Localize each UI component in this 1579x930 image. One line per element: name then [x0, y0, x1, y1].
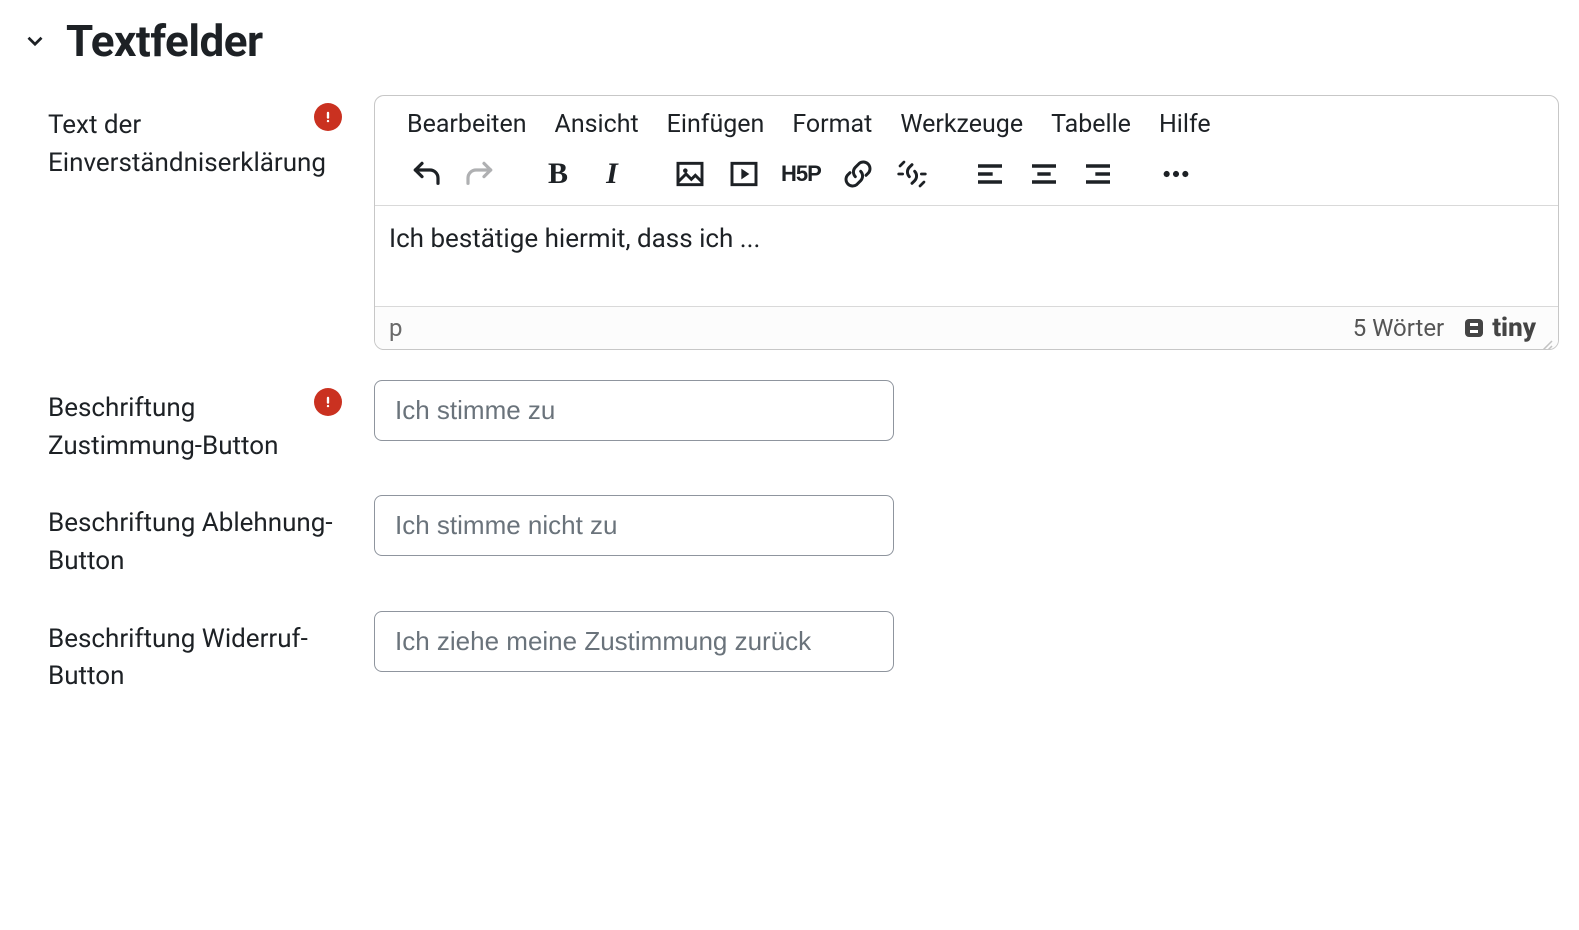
field-col	[374, 380, 1559, 441]
bold-button[interactable]: B	[541, 157, 575, 191]
editor-content[interactable]: Ich bestätige hiermit, dass ich ...	[375, 206, 1558, 306]
disagree-button-label: Beschriftung Ablehnung-Button	[48, 505, 350, 580]
form-row-disagree-button: Beschriftung Ablehnung-Button	[20, 495, 1559, 580]
unlink-icon	[896, 158, 928, 190]
disagree-button-input[interactable]	[374, 495, 894, 556]
align-left-button[interactable]	[973, 157, 1007, 191]
link-icon	[842, 158, 874, 190]
form-row-agree-button: Beschriftung Zustimmung-Button	[20, 380, 1559, 465]
field-col	[374, 495, 1559, 556]
consent-text-label: Text der Einverständniserklärung	[48, 107, 350, 182]
menubar-edit[interactable]: Bearbeiten	[407, 110, 527, 139]
label-col: Beschriftung Ablehnung-Button	[20, 495, 350, 580]
menubar-table[interactable]: Tabelle	[1051, 110, 1131, 139]
align-center-icon	[1028, 158, 1060, 190]
menubar-insert[interactable]: Einfügen	[667, 110, 765, 139]
agree-button-label: Beschriftung Zustimmung-Button	[48, 390, 350, 465]
align-right-button[interactable]	[1081, 157, 1115, 191]
editor-statusbar: p 5 Wörter tiny	[375, 306, 1558, 349]
undo-icon	[410, 158, 442, 190]
editor-toolbar: B I H5P	[375, 149, 1558, 206]
align-right-icon	[1082, 158, 1114, 190]
redo-icon	[464, 158, 496, 190]
tiny-branding[interactable]: tiny	[1462, 313, 1536, 343]
exclamation-icon	[321, 395, 335, 409]
label-col: Beschriftung Widerruf-Button	[20, 611, 350, 696]
editor-menubar: Bearbeiten Ansicht Einfügen Format Werkz…	[375, 96, 1558, 149]
editor-word-count[interactable]: 5 Wörter	[1353, 314, 1445, 342]
exclamation-icon	[321, 110, 335, 124]
section-header: Textfelder	[20, 15, 1559, 67]
label-col: Text der Einverständniserklärung	[20, 95, 350, 182]
agree-button-input[interactable]	[374, 380, 894, 441]
rich-text-editor: Bearbeiten Ansicht Einfügen Format Werkz…	[374, 95, 1559, 350]
menubar-tools[interactable]: Werkzeuge	[900, 110, 1023, 139]
undo-button[interactable]	[409, 157, 443, 191]
align-center-button[interactable]	[1027, 157, 1061, 191]
field-col: Bearbeiten Ansicht Einfügen Format Werkz…	[374, 95, 1559, 350]
field-col	[374, 611, 1559, 672]
remove-link-button[interactable]	[895, 157, 929, 191]
label-col: Beschriftung Zustimmung-Button	[20, 380, 350, 465]
editor-element-path[interactable]: p	[389, 314, 1353, 342]
menubar-format[interactable]: Format	[792, 110, 872, 139]
align-left-icon	[974, 158, 1006, 190]
resize-grip-icon	[1540, 339, 1554, 350]
redo-button[interactable]	[463, 157, 497, 191]
menubar-view[interactable]: Ansicht	[555, 110, 639, 139]
insert-media-button[interactable]	[727, 157, 761, 191]
editor-resize-handle[interactable]	[1540, 331, 1554, 345]
insert-h5p-button[interactable]: H5P	[781, 157, 821, 191]
insert-image-button[interactable]	[673, 157, 707, 191]
insert-link-button[interactable]	[841, 157, 875, 191]
tiny-logo-icon	[1462, 316, 1486, 340]
revoke-button-label: Beschriftung Widerruf-Button	[48, 621, 350, 696]
play-media-icon	[728, 158, 760, 190]
form-row-consent-text: Text der Einverständniserklärung Bearbei…	[20, 95, 1559, 350]
tiny-logo-text: tiny	[1492, 313, 1536, 343]
more-horizontal-icon	[1160, 158, 1192, 190]
italic-button[interactable]: I	[595, 157, 629, 191]
required-indicator	[314, 103, 342, 131]
menubar-help[interactable]: Hilfe	[1159, 110, 1211, 139]
more-toolbar-button[interactable]	[1159, 157, 1193, 191]
chevron-down-icon	[22, 28, 48, 54]
image-icon	[674, 158, 706, 190]
form-row-revoke-button: Beschriftung Widerruf-Button	[20, 611, 1559, 696]
section-title: Textfelder	[66, 15, 263, 67]
revoke-button-input[interactable]	[374, 611, 894, 672]
collapse-toggle[interactable]	[20, 26, 50, 56]
required-indicator	[314, 388, 342, 416]
